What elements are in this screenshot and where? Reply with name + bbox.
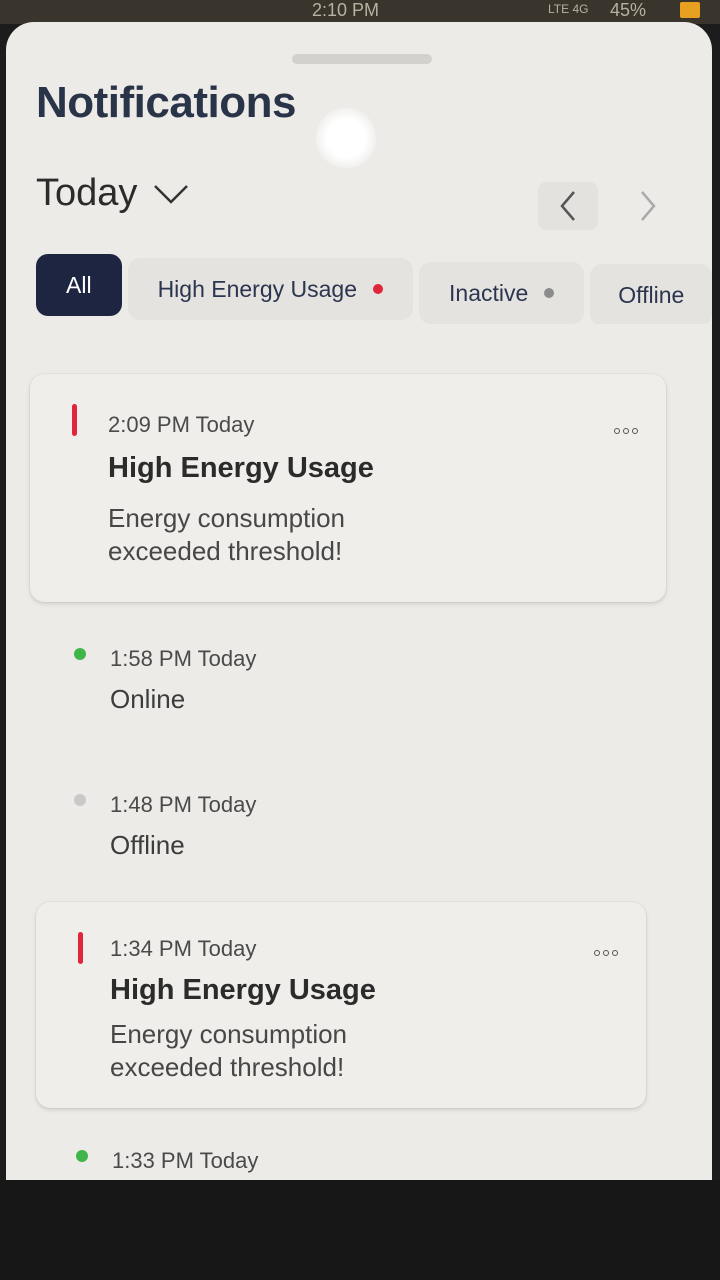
online-dot-icon: [76, 1150, 88, 1162]
notification-time: 1:48 PM Today: [110, 792, 257, 817]
notification-item[interactable]: 1:33 PM Today: [30, 1136, 666, 1180]
more-options-icon[interactable]: [594, 946, 624, 960]
camera-glare: [316, 108, 376, 168]
notification-item[interactable]: 1:58 PM Today Online: [30, 632, 666, 722]
filter-chip-label: All: [66, 271, 92, 298]
filter-chip-label: Offline: [618, 281, 685, 308]
notification-card[interactable]: 2:09 PM Today High Energy Usage Energy c…: [30, 374, 666, 602]
notification-body-line: Energy consumption: [108, 503, 346, 533]
notification-time: 1:34 PM Today: [110, 936, 257, 961]
notification-time: 2:09 PM Today: [108, 412, 255, 437]
notification-body: Energy consumption exceeded threshold!: [110, 1018, 530, 1084]
battery-percentage: 45%: [610, 0, 647, 20]
previous-day-button[interactable]: [538, 182, 598, 230]
date-filter-dropdown[interactable]: Today: [36, 172, 191, 215]
notification-body: Energy consumption exceeded threshold!: [108, 502, 528, 568]
filter-chip-inactive[interactable]: Inactive: [419, 262, 585, 324]
filter-chips: All High Energy Usage Inactive Offline: [36, 254, 712, 324]
chevron-right-icon: [641, 191, 656, 221]
inactive-dot-icon: [544, 288, 555, 298]
notification-item[interactable]: 1:48 PM Today Offline: [30, 778, 666, 868]
more-options-icon[interactable]: [614, 424, 644, 438]
notifications-sheet: Notifications Today All High Energy Usag…: [6, 22, 712, 1180]
notification-body-line: exceeded threshold!: [110, 1052, 345, 1082]
next-day-button[interactable]: [618, 182, 678, 230]
filter-chip-label: High Energy Usage: [157, 275, 358, 302]
status-time: 2:10 PM: [312, 0, 380, 20]
filter-chip-high-energy-usage[interactable]: High Energy Usage: [127, 258, 414, 320]
filter-chip-label: Inactive: [449, 279, 529, 306]
device-bezel: [0, 1180, 720, 1280]
alert-bar-icon: [78, 932, 83, 964]
chevron-left-icon: [560, 191, 575, 221]
notification-card[interactable]: 1:34 PM Today High Energy Usage Energy c…: [36, 902, 646, 1108]
notification-title: Offline: [110, 830, 185, 860]
online-dot-icon: [74, 648, 86, 660]
filter-chip-all[interactable]: All: [36, 254, 122, 316]
alert-dot-icon: [373, 284, 384, 294]
date-filter-label: Today: [36, 172, 138, 214]
notification-body-line: Energy consumption: [110, 1019, 348, 1049]
notification-time: 1:58 PM Today: [110, 646, 257, 671]
notification-title: Online: [110, 684, 186, 714]
status-bar: 2:10 PM LTE 4G 45%: [0, 0, 720, 24]
filter-chip-offline[interactable]: Offline: [590, 264, 712, 324]
notification-title: High Energy Usage: [110, 974, 376, 1006]
notification-time: 1:33 PM Today: [112, 1148, 259, 1173]
network-indicator: LTE 4G: [548, 2, 589, 16]
battery-icon: [680, 2, 700, 18]
drag-handle[interactable]: [292, 54, 432, 64]
page-title: Notifications: [36, 78, 296, 127]
notification-body-line: exceeded threshold!: [108, 536, 343, 566]
notification-title: High Energy Usage: [108, 452, 374, 484]
alert-bar-icon: [72, 404, 77, 436]
chevron-down-icon: [154, 184, 189, 204]
offline-dot-icon: [74, 794, 86, 806]
